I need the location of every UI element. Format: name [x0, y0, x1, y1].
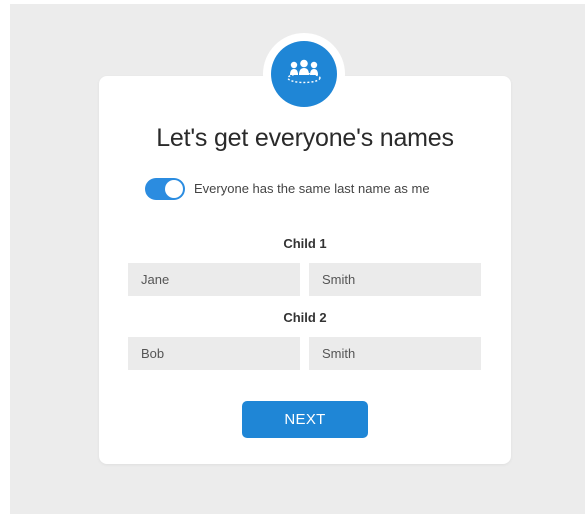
child-1-heading: Child 1 [283, 236, 327, 251]
page-title: Let's get everyone's names [156, 124, 454, 152]
group-people-icon [284, 57, 324, 92]
child-1-first-name-input[interactable] [128, 263, 300, 296]
header-badge [271, 41, 337, 107]
child-2-last-name-input[interactable] [309, 337, 481, 370]
same-last-name-toggle[interactable] [145, 178, 185, 200]
same-last-name-label: Everyone has the same last name as me [194, 181, 430, 196]
toggle-knob [165, 180, 183, 198]
child-2-heading: Child 2 [283, 310, 327, 325]
child-1-last-name-input[interactable] [309, 263, 481, 296]
next-button[interactable]: NEXT [242, 401, 368, 438]
child-2-first-name-input[interactable] [128, 337, 300, 370]
